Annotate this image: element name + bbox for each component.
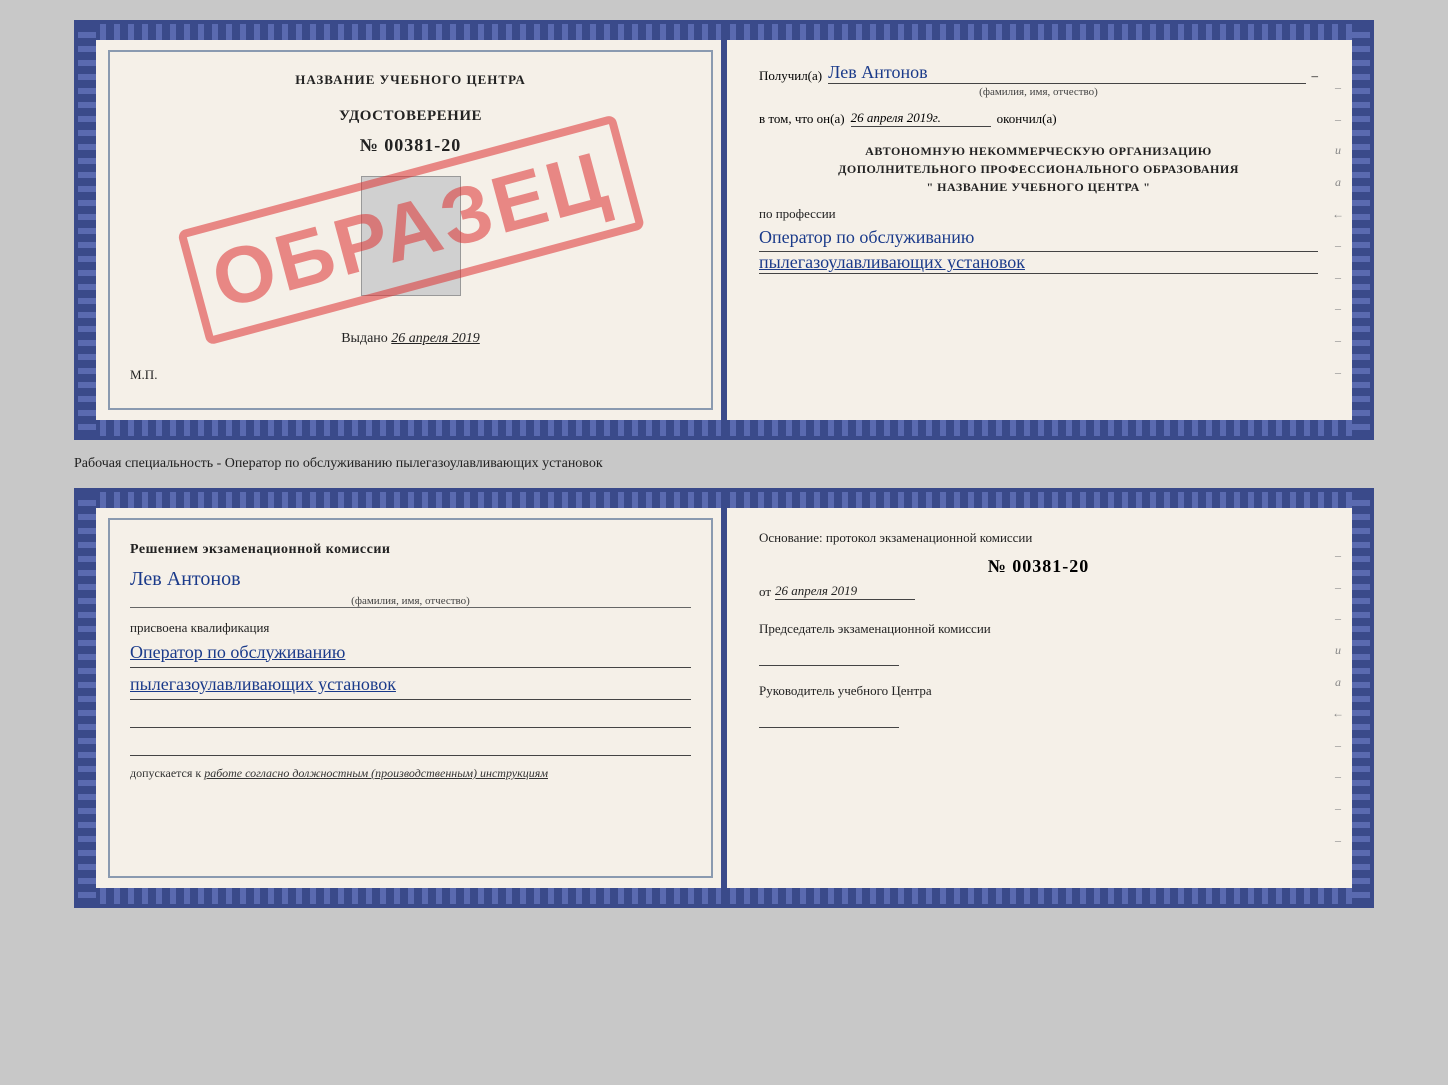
dopuskaetsya-value: работе согласно должностным (производств…	[204, 766, 548, 780]
poluchil-label: Получил(а)	[759, 68, 822, 84]
po-professii-label: по профессии	[759, 206, 1318, 222]
cert-school-name: НАЗВАНИЕ УЧЕБНОГО ЦЕНТРА	[130, 72, 691, 88]
org-line3: " НАЗВАНИЕ УЧЕБНОГО ЦЕНТРА "	[759, 178, 1318, 196]
left-arrow: ←	[1332, 207, 1344, 222]
ot-row: от 26 апреля 2019	[759, 583, 1318, 600]
poluchil-value: Лев Антонов	[828, 62, 1305, 84]
prisvoena-label: присвоена квалификация	[130, 620, 691, 636]
dash5: –	[1335, 301, 1341, 316]
vtom-row: в том, что он(а) 26 апреля 2019г. окончи…	[759, 110, 1318, 127]
cert-left-body: УДОСТОВЕРЕНИЕ № 00381-20 Выдано 26 апрел…	[130, 108, 691, 347]
right-dashes: – – и а ← – – – – –	[1332, 72, 1344, 388]
cert-photo-placeholder	[361, 176, 461, 296]
d-dash6: –	[1335, 801, 1341, 816]
d-и: и	[1335, 643, 1341, 658]
cert-udostoverenie-label: УДОСТОВЕРЕНИЕ	[339, 108, 482, 125]
diploma-border-right	[1352, 492, 1370, 904]
diploma-spine	[721, 492, 727, 904]
d-dash7: –	[1335, 833, 1341, 848]
org-line1: АВТОНОМНУЮ НЕКОММЕРЧЕСКУЮ ОРГАНИЗАЦИЮ	[759, 142, 1318, 160]
cert-number: № 00381-20	[360, 135, 462, 156]
profession-line1: Оператор по обслуживанию	[759, 226, 1318, 252]
middle-label: Рабочая специальность - Оператор по обсл…	[74, 452, 1374, 476]
d-dash3: –	[1335, 611, 1341, 626]
diploma-line2	[130, 736, 691, 756]
diploma-right-dashes: – – – и а ← – – – –	[1332, 540, 1344, 856]
rukovoditel-label: Руководитель учебного Центра	[759, 682, 1318, 700]
vtom-date: 26 апреля 2019г.	[851, 110, 991, 127]
predsedatel-label: Председатель экзаменационной комиссии	[759, 620, 1318, 638]
а: а	[1335, 175, 1341, 190]
cert-mp: М.П.	[130, 367, 691, 383]
poluchil-dash: –	[1312, 68, 1319, 84]
diploma-fio-sublabel: (фамилия, имя, отчество)	[130, 595, 691, 608]
cert-vydano: Выдано 26 апреля 2019	[341, 331, 480, 347]
certificate-book: НАЗВАНИЕ УЧЕБНОГО ЦЕНТРА УДОСТОВЕРЕНИЕ №…	[74, 20, 1374, 440]
cert-org-name: АВТОНОМНУЮ НЕКОММЕРЧЕСКУЮ ОРГАНИЗАЦИЮ ДО…	[759, 142, 1318, 196]
rukovoditel-sig-line	[759, 704, 899, 728]
predsedatel-sig-line	[759, 642, 899, 666]
и: и	[1335, 143, 1341, 158]
document-wrapper: НАЗВАНИЕ УЧЕБНОГО ЦЕНТРА УДОСТОВЕРЕНИЕ №…	[74, 20, 1374, 908]
resheniem-label: Решением экзаменационной комиссии	[130, 540, 691, 560]
d-arrow: ←	[1332, 706, 1344, 721]
rukovoditel-section: Руководитель учебного Центра	[759, 682, 1318, 728]
fio-sublabel: (фамилия, имя, отчество)	[759, 86, 1318, 98]
dash2: –	[1335, 112, 1341, 127]
d-dash2: –	[1335, 580, 1341, 595]
osnovanie-row: Основание: протокол экзаменационной коми…	[759, 530, 1318, 546]
dash6: –	[1335, 333, 1341, 348]
dash7: –	[1335, 365, 1341, 380]
org-line2: ДОПОЛНИТЕЛЬНОГО ПРОФЕССИОНАЛЬНОГО ОБРАЗО…	[759, 160, 1318, 178]
predsedatel-section: Председатель экзаменационной комиссии	[759, 620, 1318, 666]
book-border-right	[1352, 24, 1370, 436]
diploma-line1	[130, 708, 691, 728]
diploma-profession-line2: пылегазоулавливающих установок	[130, 672, 691, 700]
osnovanie-label: Основание: протокол экзаменационной коми…	[759, 530, 1032, 545]
book-spine	[721, 24, 727, 436]
d-dash4: –	[1335, 738, 1341, 753]
certificate-right: Получил(а) Лев Антонов – (фамилия, имя, …	[724, 42, 1348, 418]
vtom-label: в том, что он(а)	[759, 111, 845, 127]
diploma-profession-line1: Оператор по обслуживанию	[130, 640, 691, 668]
diploma-fio: Лев Антонов	[130, 568, 691, 591]
d-dash1: –	[1335, 548, 1341, 563]
diploma-right: Основание: протокол экзаменационной коми…	[724, 510, 1348, 886]
ot-label: от	[759, 584, 771, 600]
dopuskaetsya-label: допускается к	[130, 766, 201, 780]
dopuskaetsya-row: допускается к работе согласно должностны…	[130, 766, 691, 781]
dash1: –	[1335, 80, 1341, 95]
diploma-number: № 00381-20	[759, 556, 1318, 577]
dash4: –	[1335, 270, 1341, 285]
dash3: –	[1335, 238, 1341, 253]
diploma-book: Решением экзаменационной комиссии Лев Ан…	[74, 488, 1374, 908]
profession-line2: пылегазоулавливающих установок	[759, 252, 1318, 274]
cert-vydano-label: Выдано	[341, 331, 388, 346]
certificate-left: НАЗВАНИЕ УЧЕБНОГО ЦЕНТРА УДОСТОВЕРЕНИЕ №…	[100, 42, 724, 418]
d-dash5: –	[1335, 769, 1341, 784]
okончил-label: окончил(а)	[997, 111, 1057, 127]
poluchil-row: Получил(а) Лев Антонов –	[759, 62, 1318, 84]
diploma-border-left	[78, 492, 96, 904]
diploma-left: Решением экзаменационной комиссии Лев Ан…	[100, 510, 724, 886]
ot-date: 26 апреля 2019	[775, 583, 915, 600]
d-а: а	[1335, 675, 1341, 690]
book-border-left	[78, 24, 96, 436]
cert-vydano-date: 26 апреля 2019	[391, 331, 479, 346]
